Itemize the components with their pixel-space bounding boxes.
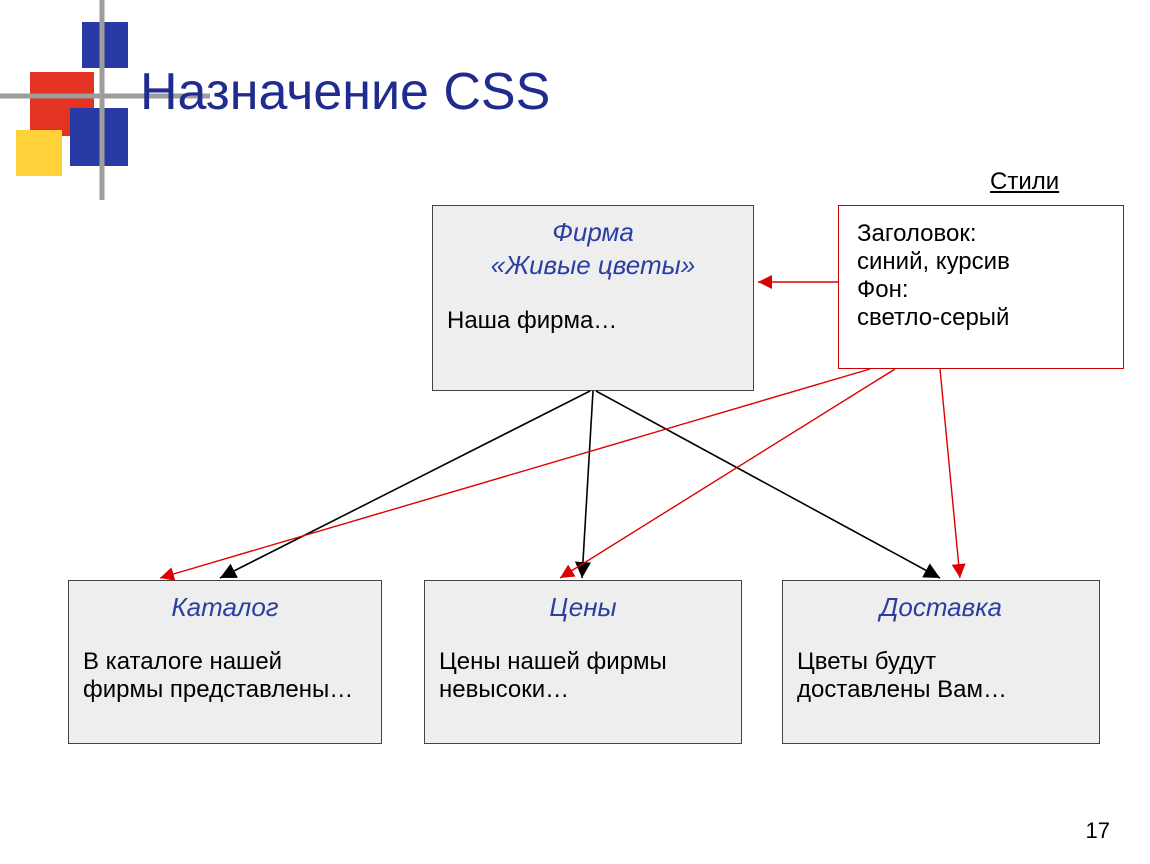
slide: Назначение CSS Стили Заголовок: синий, к… bbox=[0, 0, 1150, 864]
arrows-layer bbox=[0, 0, 1150, 864]
slide-number: 17 bbox=[1086, 818, 1110, 844]
